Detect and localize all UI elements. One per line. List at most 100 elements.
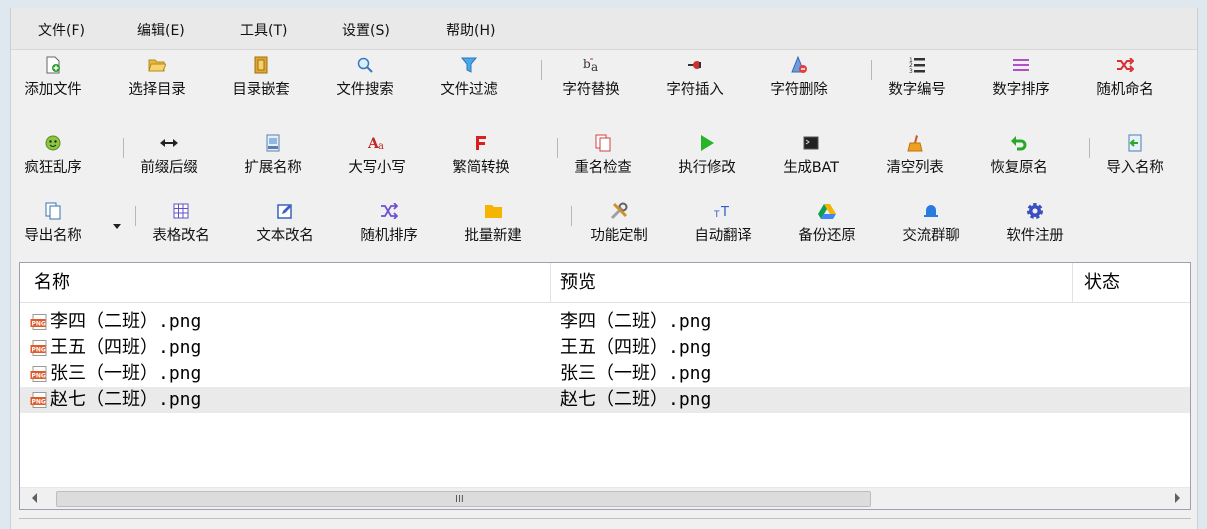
delete-chars-button[interactable]: 字符删除 [761,54,837,102]
file-name-cell: 张三（一班）.png [50,363,202,384]
replace-chars-button[interactable]: ba 字符替换 [553,54,629,102]
svg-text:PNG: PNG [32,399,46,406]
extension-file-icon [264,134,282,152]
insert-chars-button[interactable]: 字符插入 [657,54,733,102]
extension-button[interactable]: 扩展名称 [235,132,311,180]
menu-tools[interactable]: 工具(T) [240,20,287,40]
toolbar-row-1: 添加文件 选择目录 目录嵌套 文件搜索 文件过滤 ba 字符替换 字符插入 字符… [11,54,1197,102]
customize-button[interactable]: 功能定制 [581,200,657,248]
insert-chars-icon [686,56,704,74]
export-icon [44,202,62,220]
horizontal-scrollbar[interactable]: III [20,487,1190,509]
nested-folder-icon [252,56,270,74]
tools-icon [610,202,628,220]
file-list[interactable]: 名称 预览 状态 PNG 李四（二班）.png 李四（二班）.png PNG 王五（四班… [19,262,1191,510]
duplicate-check-icon [594,134,612,152]
scrollbar-thumb[interactable]: III [56,491,871,507]
new-folder-icon [484,202,502,220]
add-file-button[interactable]: 添加文件 [15,54,91,102]
menu-settings[interactable]: 设置(S) [342,20,390,40]
table-icon [172,202,190,220]
column-header-name[interactable]: 名称 [20,263,550,303]
table-row[interactable]: PNG 王五（四班）.png 王五（四班）.png [20,335,1190,361]
letter-case-icon: Aa [368,134,386,152]
list-header: 名称 预览 状态 [20,263,1190,303]
table-rename-button[interactable]: 表格改名 [143,200,219,248]
random-sort-icon [380,202,398,220]
edit-text-icon [276,202,294,220]
file-name-cell: 李四（二班）.png [50,311,202,332]
menu-file[interactable]: 文件(F) [38,20,85,40]
table-row[interactable]: PNG 张三（一班）.png 张三（一班）.png [20,361,1190,387]
menu-bar: 文件(F) 编辑(E) 工具(T) 设置(S) 帮助(H) [11,8,1197,50]
svg-text:PNG: PNG [32,321,46,328]
nested-dir-button[interactable]: 目录嵌套 [223,54,299,102]
backup-drive-icon [818,202,836,220]
file-filter-button[interactable]: 文件过滤 [431,54,507,102]
restore-name-button[interactable]: 恢复原名 [981,132,1057,180]
play-icon [698,134,716,152]
delete-chars-icon [790,56,808,74]
translate-icon: TT [714,202,732,220]
svg-text:T: T [720,205,729,218]
broom-icon [906,134,924,152]
text-rename-button[interactable]: 文本改名 [247,200,323,248]
generate-bat-button[interactable]: 生成BAT [773,132,849,180]
preview-cell: 王五（四班）.png [560,337,712,358]
random-name-button[interactable]: 随机命名 [1087,54,1163,102]
menu-edit[interactable]: 编辑(E) [137,20,185,40]
import-icon [1126,134,1144,152]
export-name-button[interactable]: 导出名称 [15,200,91,248]
table-row[interactable]: PNG 赵七（二班）.png 赵七（二班）.png [20,387,1190,413]
export-dropdown-arrow[interactable] [113,224,121,229]
backup-restore-button[interactable]: 备份还原 [789,200,865,248]
scroll-right-arrow[interactable] [1175,493,1180,503]
select-dir-button[interactable]: 选择目录 [119,54,195,102]
svg-text:PNG: PNG [32,373,46,380]
crazy-shuffle-button[interactable]: 疯狂乱序 [15,132,91,180]
png-file-icon: PNG [30,366,47,382]
png-file-icon: PNG [30,340,47,356]
translate-button[interactable]: TT 自动翻译 [685,200,761,248]
file-search-button[interactable]: 文件搜索 [327,54,403,102]
status-bar [19,518,1191,529]
add-file-icon [44,56,62,74]
execute-button[interactable]: 执行修改 [669,132,745,180]
import-name-button[interactable]: 导入名称 [1097,132,1173,180]
batch-create-button[interactable]: 批量新建 [455,200,531,248]
table-row[interactable]: PNG 李四（二班）.png 李四（二班）.png [20,309,1190,335]
prefix-suffix-button[interactable]: 前缀后缀 [131,132,207,180]
preview-cell: 李四（二班）.png [560,311,712,332]
file-name-cell: 王五（四班）.png [50,337,202,358]
scroll-left-arrow[interactable] [32,493,37,503]
register-button[interactable]: 软件注册 [997,200,1073,248]
menu-help[interactable]: 帮助(H) [446,20,495,40]
toolbar-row-3: 导出名称 表格改名 文本改名 随机排序 批量新建 功能定制 TT 自动翻译 备份… [11,200,1197,248]
clear-list-button[interactable]: 清空列表 [877,132,953,180]
terminal-icon [802,134,820,152]
case-button[interactable]: Aa 大写小写 [339,132,415,180]
traditional-simplified-icon [472,134,490,152]
search-icon [356,56,374,74]
svg-text:a: a [591,60,598,74]
trad-simp-button[interactable]: 繁简转换 [443,132,519,180]
numbered-list-icon: 123 [908,56,926,74]
chat-group-button[interactable]: 交流群聊 [893,200,969,248]
shuffle-icon [1116,56,1134,74]
sort-lines-icon [1012,56,1030,74]
column-header-status[interactable]: 状态 [1072,263,1192,303]
number-sort-button[interactable]: 数字排序 [983,54,1059,102]
replace-chars-icon: ba [582,56,600,74]
preview-cell: 赵七（二班）.png [560,389,712,410]
svg-text:a: a [378,141,384,151]
left-right-arrows-icon [160,134,178,152]
app-window: 文件(F) 编辑(E) 工具(T) 设置(S) 帮助(H) 添加文件 选择目录 … [10,8,1198,529]
random-sort-button[interactable]: 随机排序 [351,200,427,248]
number-button[interactable]: 123 数字编号 [879,54,955,102]
undo-icon [1010,134,1028,152]
column-header-preview[interactable]: 预览 [546,263,1066,303]
duplicate-check-button[interactable]: 重名检查 [565,132,641,180]
file-name-cell: 赵七（二班）.png [50,389,202,410]
folder-open-icon [148,56,166,74]
toolbar-row-2: 疯狂乱序 前缀后缀 扩展名称 Aa 大写小写 繁简转换 重名检查 执行修改 生成… [11,132,1197,180]
